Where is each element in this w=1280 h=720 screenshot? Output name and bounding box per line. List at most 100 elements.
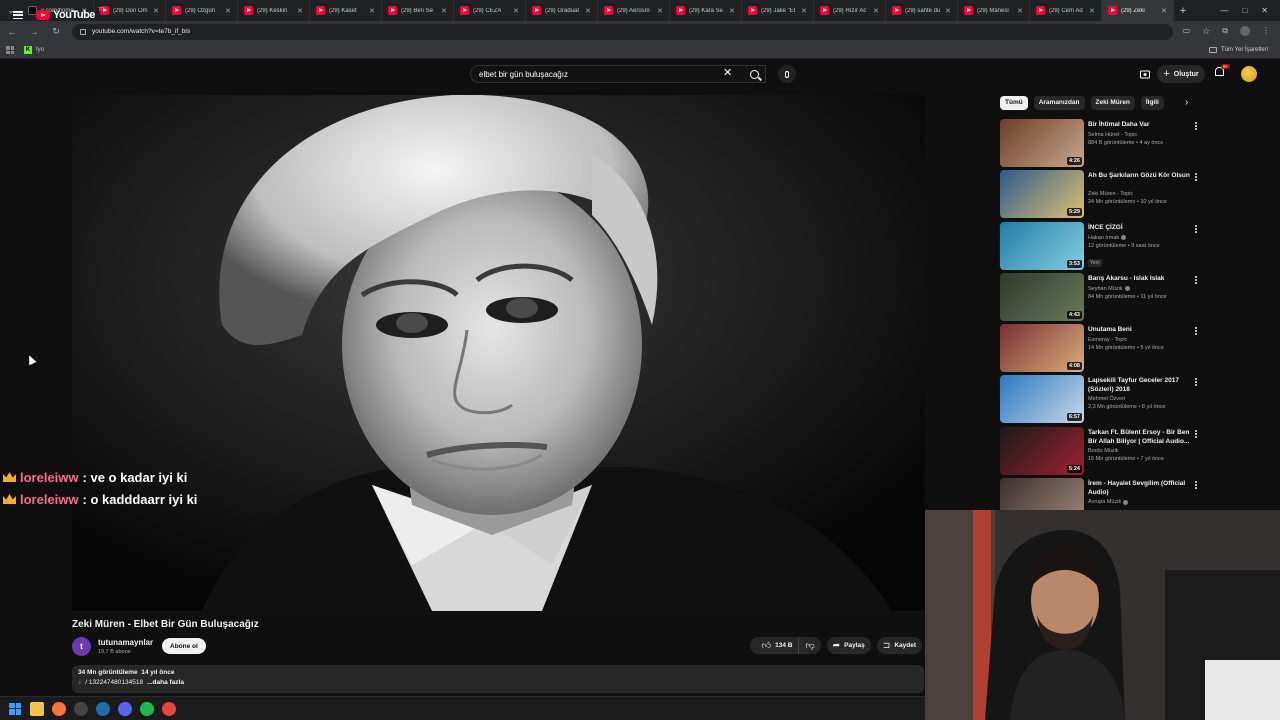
channel-avatar[interactable]: t [72, 637, 91, 656]
channel-name[interactable]: tutunamaynlar [98, 638, 153, 647]
filter-chip[interactable]: Tümü [1000, 95, 1028, 110]
close-tab-icon[interactable]: ✕ [1089, 7, 1095, 15]
browser-tab[interactable]: (29) Mânesi ✕ [958, 0, 1030, 21]
more-actions-icon[interactable] [1195, 327, 1198, 336]
youtube-logo[interactable]: YouTube TR [36, 7, 105, 21]
save-button[interactable]: ⊐ Kaydet [876, 637, 922, 654]
close-tab-icon[interactable]: ✕ [585, 7, 591, 15]
more-actions-icon[interactable] [1195, 173, 1198, 182]
video-thumbnail[interactable]: 5:29 [1000, 170, 1084, 219]
close-tab-icon[interactable]: ✕ [657, 7, 663, 15]
recommendation-item[interactable]: 4:08 Unutama Beni Esmeray - Topic 14 Mn … [1000, 324, 1208, 375]
account-avatar[interactable] [1241, 66, 1257, 82]
close-tab-icon[interactable]: ✕ [729, 7, 735, 15]
steam-icon[interactable] [96, 701, 110, 716]
site-info-icon[interactable] [80, 28, 86, 35]
new-tab-button[interactable]: + [1174, 5, 1192, 17]
recommendation-title[interactable]: Tarkan Ft. Bülent Ersoy - Bir Ben Bir Al… [1088, 428, 1200, 446]
guide-menu-icon[interactable] [13, 11, 23, 19]
reload-icon[interactable]: ↻ [50, 26, 62, 37]
browser-tab[interactable]: (29) Kaset ✕ [310, 0, 382, 21]
create-button[interactable]: + Oluştur [1157, 65, 1205, 83]
recommendation-channel[interactable]: Zeki Müren - Topic [1088, 191, 1133, 197]
cast-tab-icon[interactable]: ▭ [1183, 26, 1191, 37]
more-actions-icon[interactable] [1195, 429, 1198, 438]
extensions-icon[interactable]: ⧉ [1222, 26, 1228, 37]
forward-icon[interactable]: → [28, 27, 40, 37]
search-input[interactable] [470, 65, 766, 83]
filter-chip[interactable]: Aramanızdan [1033, 95, 1085, 110]
browser-tab[interactable]: (29) Aerosm ✕ [598, 0, 670, 21]
close-tab-icon[interactable]: ✕ [945, 7, 951, 15]
profile-icon[interactable] [1240, 26, 1250, 36]
video-thumbnail[interactable]: 6:57 [1000, 375, 1084, 424]
close-tab-icon[interactable]: ✕ [513, 7, 519, 15]
close-tab-icon[interactable]: ✕ [225, 7, 231, 15]
firefox-icon[interactable] [52, 701, 66, 716]
apps-icon[interactable] [6, 46, 14, 54]
recommendation-item[interactable]: 3:53 İNCE ÇİZGİ Hakan Irmak 12 görüntüle… [1000, 221, 1208, 273]
recommendation-channel[interactable]: Avrupa Müzik [1088, 499, 1129, 505]
recommendation-item[interactable]: 4:43 Barış Akarsu - Islak Islak Seyhan M… [1000, 272, 1208, 324]
close-tab-icon[interactable]: ✕ [441, 7, 447, 15]
windows-icon[interactable] [8, 702, 22, 716]
browser-tab[interactable]: (29) CEZA ✕ [454, 0, 526, 21]
close-tab-icon[interactable]: ✕ [369, 7, 375, 15]
browser-tab[interactable]: (29) Ben Se ✕ [382, 0, 454, 21]
recommendation-channel[interactable]: Hakan Irmak [1088, 235, 1127, 241]
back-icon[interactable]: ← [6, 27, 18, 37]
clear-search-icon[interactable]: ✕ [723, 66, 732, 79]
close-tab-icon[interactable]: ✕ [801, 7, 807, 15]
recommendation-channel[interactable]: Bordo Müzik [1088, 448, 1119, 454]
browser-tab[interactable]: (29) Hızır Ac ✕ [814, 0, 886, 21]
recommendation-channel[interactable]: Esmeray - Topic [1088, 337, 1127, 343]
all-bookmarks-button[interactable]: Tüm Yer İşaretleri [1208, 47, 1274, 53]
chrome-icon[interactable] [162, 701, 176, 716]
notifications-button[interactable]: 9+ [1215, 64, 1231, 79]
browser-tab[interactable]: (29) Özgün ✕ [166, 0, 238, 21]
video-thumbnail[interactable]: 4:43 [1000, 272, 1084, 321]
recommendation-item[interactable]: 6:57 Lapsekili Tayfur Geceler 2017 (Sözl… [1000, 375, 1208, 426]
browser-tab[interactable]: (29) Jake "Et ✕ [742, 0, 814, 21]
dislike-button[interactable]: 👎︎ [798, 637, 820, 654]
recommendation-item[interactable]: 5:29 Ah Bu Şarkıların Gözü Kör Olsun Zek… [1000, 170, 1208, 221]
menu-icon[interactable]: ⋮ [1262, 26, 1270, 37]
bookmark-star-icon[interactable]: ☆ [1202, 26, 1210, 37]
close-tab-icon[interactable]: ✕ [297, 7, 303, 15]
more-actions-icon[interactable] [1195, 275, 1198, 284]
recommendation-channel[interactable]: Selma Hünel - Topic [1088, 132, 1137, 138]
video-thumbnail[interactable]: 4:26 [1000, 119, 1084, 167]
browser-tab[interactable]: (29) sahte du ✕ [886, 0, 958, 21]
browser-tab[interactable]: (29) Graduat ✕ [526, 0, 598, 21]
show-more-link[interactable]: ...daha fazla [147, 679, 184, 686]
filter-chip[interactable]: İlgili [1140, 95, 1164, 110]
recommendation-title[interactable]: Ah Bu Şarkıların Gözü Kör Olsun [1088, 171, 1200, 180]
discord-icon[interactable] [118, 701, 132, 716]
browser-tab[interactable]: (29) Zeki ✕ [1102, 0, 1174, 21]
recommendation-title[interactable]: Bir İhtimal Daha Var [1088, 120, 1200, 129]
browser-tab[interactable]: (29) Kara Se ✕ [670, 0, 742, 21]
recommendation-title[interactable]: İNCE ÇİZGİ [1088, 223, 1200, 232]
recommendation-channel[interactable]: Mehmet Özveri [1088, 396, 1125, 402]
spotify-icon[interactable] [140, 701, 154, 716]
chevron-right-icon[interactable]: › [1185, 97, 1188, 108]
browser-tab[interactable]: (29) Keskin ✕ [238, 0, 310, 21]
url-field[interactable]: youtube.com/watch?v=te7b_if_bls [72, 23, 1173, 40]
close-tab-icon[interactable]: ✕ [1017, 7, 1023, 15]
video-player[interactable] [72, 95, 925, 611]
browser-tab[interactable]: (29) Cem Ad ✕ [1030, 0, 1102, 21]
minimize-icon[interactable]: — [1220, 6, 1228, 15]
close-tab-icon[interactable]: ✕ [873, 7, 879, 15]
subscribe-button[interactable]: Abone ol [162, 638, 206, 654]
recommendation-title[interactable]: Unutama Beni [1088, 325, 1200, 334]
recommendation-title[interactable]: Barış Akarsu - Islak Islak [1088, 274, 1200, 283]
bookmark-kick[interactable]: K Iyo [24, 46, 44, 54]
recommendation-channel[interactable]: Seyhan Müzik [1088, 286, 1130, 292]
video-thumbnail[interactable]: 4:08 [1000, 324, 1084, 373]
like-button[interactable]: 👍︎ 134 B [756, 637, 799, 654]
more-actions-icon[interactable] [1195, 481, 1198, 490]
recommendation-title[interactable]: İrem - Hayalet Sevgilim (Official Audio) [1088, 479, 1200, 497]
more-actions-icon[interactable] [1195, 224, 1198, 233]
video-thumbnail[interactable]: 3:53 [1000, 221, 1084, 270]
recommendation-item[interactable]: 5:24 Tarkan Ft. Bülent Ersoy - Bir Ben B… [1000, 426, 1208, 478]
